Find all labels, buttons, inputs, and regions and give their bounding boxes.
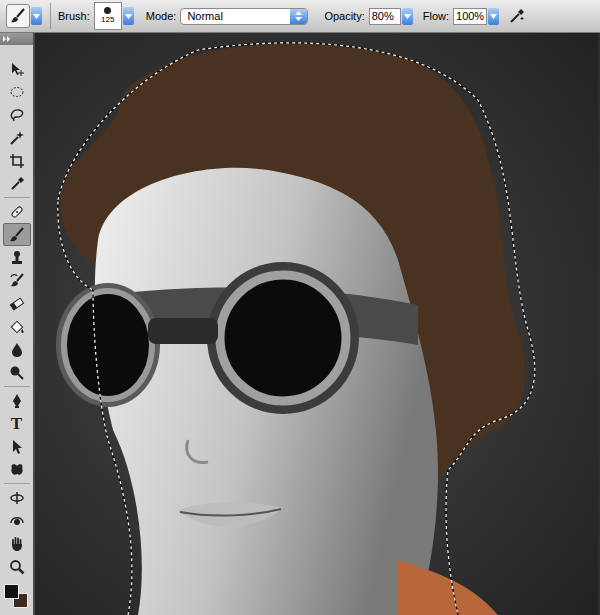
healing-icon: [9, 204, 25, 220]
rotate3d-icon: [9, 490, 25, 506]
tool-button[interactable]: [3, 292, 31, 315]
opacity-value: 80%: [372, 9, 394, 24]
move-icon: [9, 61, 25, 77]
tool-button[interactable]: [3, 246, 31, 269]
brush-label: Brush:: [58, 8, 90, 25]
tool-button[interactable]: [3, 389, 31, 412]
shape-icon: [9, 462, 25, 478]
eraser-icon: [9, 296, 25, 312]
tool-button[interactable]: [3, 80, 31, 103]
brush-icon: [10, 8, 26, 24]
orbit3d-icon: [9, 513, 25, 529]
tool-button[interactable]: [3, 458, 31, 481]
mode-label: Mode:: [146, 8, 177, 25]
lasso-icon: [9, 107, 25, 123]
dropdown-arrow-icon: [404, 14, 411, 19]
bucket-icon: [9, 319, 25, 335]
history-icon: [9, 273, 25, 289]
tool-button[interactable]: [3, 361, 31, 384]
tool-button[interactable]: [3, 223, 31, 246]
color-swatches: [0, 578, 33, 615]
brush-icon: [9, 227, 25, 243]
pen-icon: [9, 393, 25, 409]
wand-icon: [9, 130, 25, 146]
airbrush-icon: [509, 8, 525, 24]
tool-button[interactable]: [3, 509, 31, 532]
tool-button[interactable]: [3, 149, 31, 172]
canvas[interactable]: [35, 33, 600, 615]
tool-button[interactable]: [3, 172, 31, 195]
eyedropper-icon: [9, 176, 25, 192]
flow-label: Flow:: [423, 8, 449, 25]
type-tool-label: T: [11, 415, 22, 433]
dropdown-arrow-icon: [125, 14, 132, 19]
tool-button[interactable]: [3, 269, 31, 292]
brush-size: 125: [101, 15, 114, 25]
tool-preset-picker[interactable]: [6, 4, 42, 28]
tool-button[interactable]: [3, 338, 31, 361]
airbrush-button[interactable]: [505, 4, 529, 28]
zoom-icon: [9, 559, 25, 575]
marquee-icon: [9, 84, 25, 100]
opacity-label: Opacity:: [324, 8, 364, 25]
foreground-color-swatch[interactable]: [4, 584, 19, 599]
tool-button[interactable]: [3, 126, 31, 149]
tool-button[interactable]: [3, 103, 31, 126]
options-bar: Brush: 125 Mode: Normal Opacity: 80%: [0, 0, 600, 33]
dropdown-arrow-icon: [490, 14, 497, 19]
tool-button[interactable]: [3, 486, 31, 509]
mode-value: Normal: [181, 9, 290, 24]
tool-button[interactable]: [3, 435, 31, 458]
photo: [35, 33, 598, 615]
flow-value: 100%: [456, 9, 484, 24]
opacity-field[interactable]: 80%: [369, 8, 413, 25]
stepper-up-icon: [295, 11, 302, 15]
tool-button[interactable]: [3, 57, 31, 80]
mode-select[interactable]: Normal: [180, 8, 308, 25]
pathselect-icon: [9, 439, 25, 455]
dodge-icon: [9, 365, 25, 381]
toolbox: T: [0, 33, 35, 615]
brush-picker[interactable]: 125: [94, 2, 134, 30]
tool-button[interactable]: [3, 315, 31, 338]
blur-icon: [9, 342, 25, 358]
tool-button[interactable]: [3, 532, 31, 555]
tool-button[interactable]: [3, 555, 31, 578]
crop-icon: [9, 153, 25, 169]
expand-icon: [3, 36, 12, 42]
hand-icon: [9, 536, 25, 552]
tool-button[interactable]: T: [3, 412, 31, 435]
tool-button[interactable]: [3, 200, 31, 223]
flow-field[interactable]: 100%: [453, 8, 499, 25]
stepper-down-icon: [295, 17, 302, 21]
stamp-icon: [9, 250, 25, 266]
dropdown-arrow-icon: [33, 14, 40, 19]
toolbox-header[interactable]: [0, 33, 33, 45]
